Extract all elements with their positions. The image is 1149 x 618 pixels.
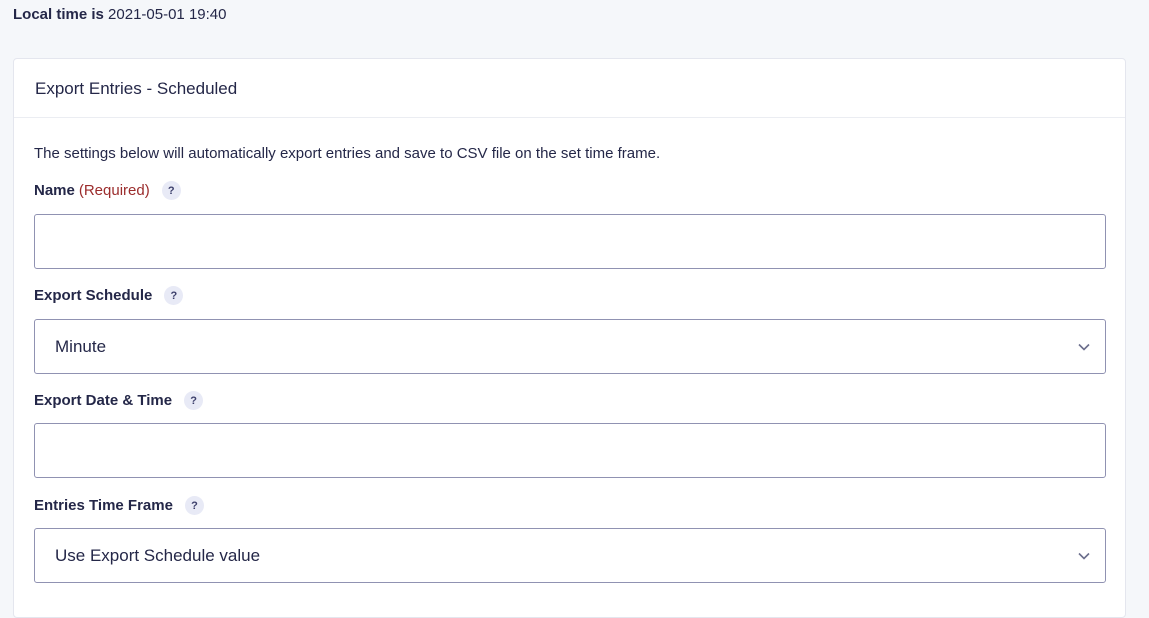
local-time-value: 2021-05-01 19:40 xyxy=(108,6,227,23)
panel-description: The settings below will automatically ex… xyxy=(34,145,661,162)
panel-header: Export Entries - Scheduled xyxy=(14,59,1125,118)
entries-time-frame-selected: Use Export Schedule value xyxy=(55,545,261,565)
entries-time-frame-select[interactable]: Use Export Schedule value xyxy=(34,528,1106,583)
entries-time-frame-label: Entries Time Frame xyxy=(34,497,173,514)
export-date-time-input[interactable] xyxy=(34,423,1106,478)
question-mark-icon[interactable]: ? xyxy=(184,496,204,515)
name-input[interactable] xyxy=(34,214,1106,269)
local-time: Local time is 2021-05-01 19:40 xyxy=(13,6,226,24)
question-mark-icon[interactable]: ? xyxy=(164,286,184,305)
export-panel: Export Entries - Scheduled The settings … xyxy=(13,58,1126,618)
export-date-time-label-row: Export Date & Time ? xyxy=(34,391,204,410)
question-mark-icon[interactable]: ? xyxy=(184,391,204,410)
name-label: Name xyxy=(34,182,75,199)
local-time-label: Local time is xyxy=(13,6,104,23)
required-indicator: (Required) xyxy=(78,182,150,199)
question-mark-icon[interactable]: ? xyxy=(161,181,181,200)
export-schedule-selected: Minute xyxy=(55,336,107,356)
chevron-down-icon xyxy=(1078,343,1090,351)
chevron-down-icon xyxy=(1078,552,1090,560)
export-schedule-label: Export Schedule xyxy=(34,287,153,304)
export-schedule-label-row: Export Schedule ? xyxy=(34,286,184,305)
entries-time-frame-label-row: Entries Time Frame ? xyxy=(34,496,204,515)
export-schedule-select[interactable]: Minute xyxy=(34,319,1106,374)
export-date-time-label: Export Date & Time xyxy=(34,392,173,409)
panel-title: Export Entries - Scheduled xyxy=(35,79,238,98)
name-label-row: Name (Required) ? xyxy=(34,181,181,200)
